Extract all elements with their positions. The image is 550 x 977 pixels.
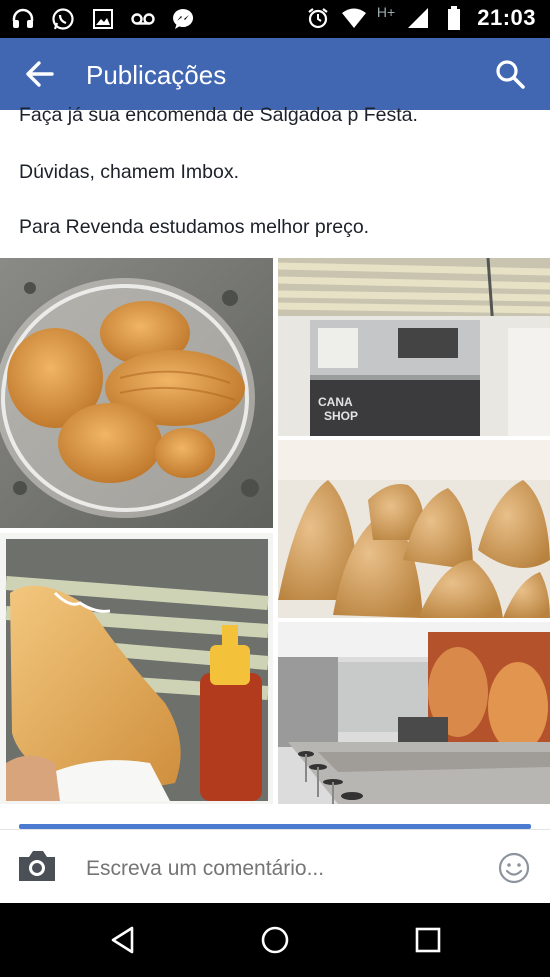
search-icon[interactable] [494, 58, 526, 90]
home-circle-icon[interactable] [260, 925, 290, 955]
smiley-icon[interactable] [498, 852, 530, 884]
clock: 21:03 [477, 5, 536, 30]
network-type: H+ [376, 4, 396, 20]
photo-pastel-cana[interactable] [0, 533, 273, 804]
back-arrow-icon[interactable] [24, 58, 58, 90]
post-line: Dúvidas, chamem Imbox. [19, 161, 239, 183]
camera-icon[interactable] [16, 848, 58, 884]
app-bar: Publicações [0, 38, 550, 110]
recents-square-icon[interactable] [413, 925, 443, 955]
headset-icon [10, 6, 36, 32]
alarm-icon [305, 5, 331, 31]
photo-cana-machine[interactable]: CANA SHOP [278, 258, 550, 436]
comment-input[interactable] [86, 854, 476, 884]
page-title: Publicações [86, 60, 227, 90]
voicemail-icon [130, 6, 156, 32]
signal-icon [405, 5, 431, 31]
system-nav-bar [0, 903, 550, 977]
photo-salgadinhos-cup[interactable] [0, 258, 273, 528]
wifi-icon [341, 5, 367, 31]
photo-shop-interior[interactable] [278, 622, 550, 804]
machine-label-shop: SHOP [324, 409, 358, 423]
back-triangle-icon[interactable] [108, 925, 138, 955]
messenger-icon [170, 6, 196, 32]
status-bar: H+ 21:03 [0, 0, 550, 38]
image-icon [90, 6, 116, 32]
post-line: Faça já sua encomenda de Salgadoa p Fest… [19, 104, 418, 126]
post-line: Para Revenda estudamos melhor preço. [19, 216, 370, 238]
machine-label-cana: CANA [318, 395, 353, 409]
whatsapp-icon [50, 6, 76, 32]
comment-bar [0, 829, 550, 903]
photo-coxinhas[interactable] [278, 440, 550, 618]
battery-icon [441, 5, 467, 31]
